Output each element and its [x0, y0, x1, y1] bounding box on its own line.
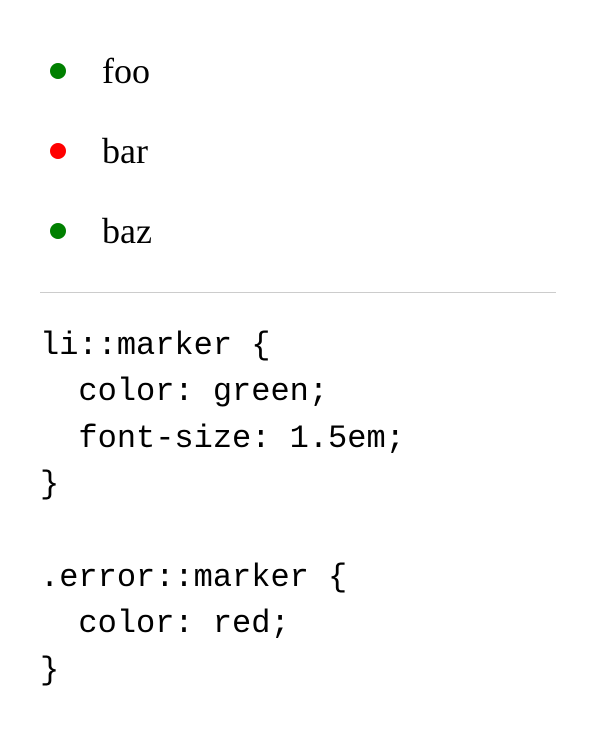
- list-item-label: baz: [102, 210, 152, 252]
- bullet-icon: [50, 143, 66, 159]
- list-item: bar: [40, 130, 556, 172]
- list-item: foo: [40, 50, 556, 92]
- bullet-icon: [50, 223, 66, 239]
- example-list: foo bar baz: [40, 50, 556, 252]
- code-block: li::marker { color: green; font-size: 1.…: [40, 323, 556, 694]
- list-item-label: bar: [102, 130, 148, 172]
- list-item-label: foo: [102, 50, 150, 92]
- divider: [40, 292, 556, 293]
- list-item: baz: [40, 210, 556, 252]
- bullet-icon: [50, 63, 66, 79]
